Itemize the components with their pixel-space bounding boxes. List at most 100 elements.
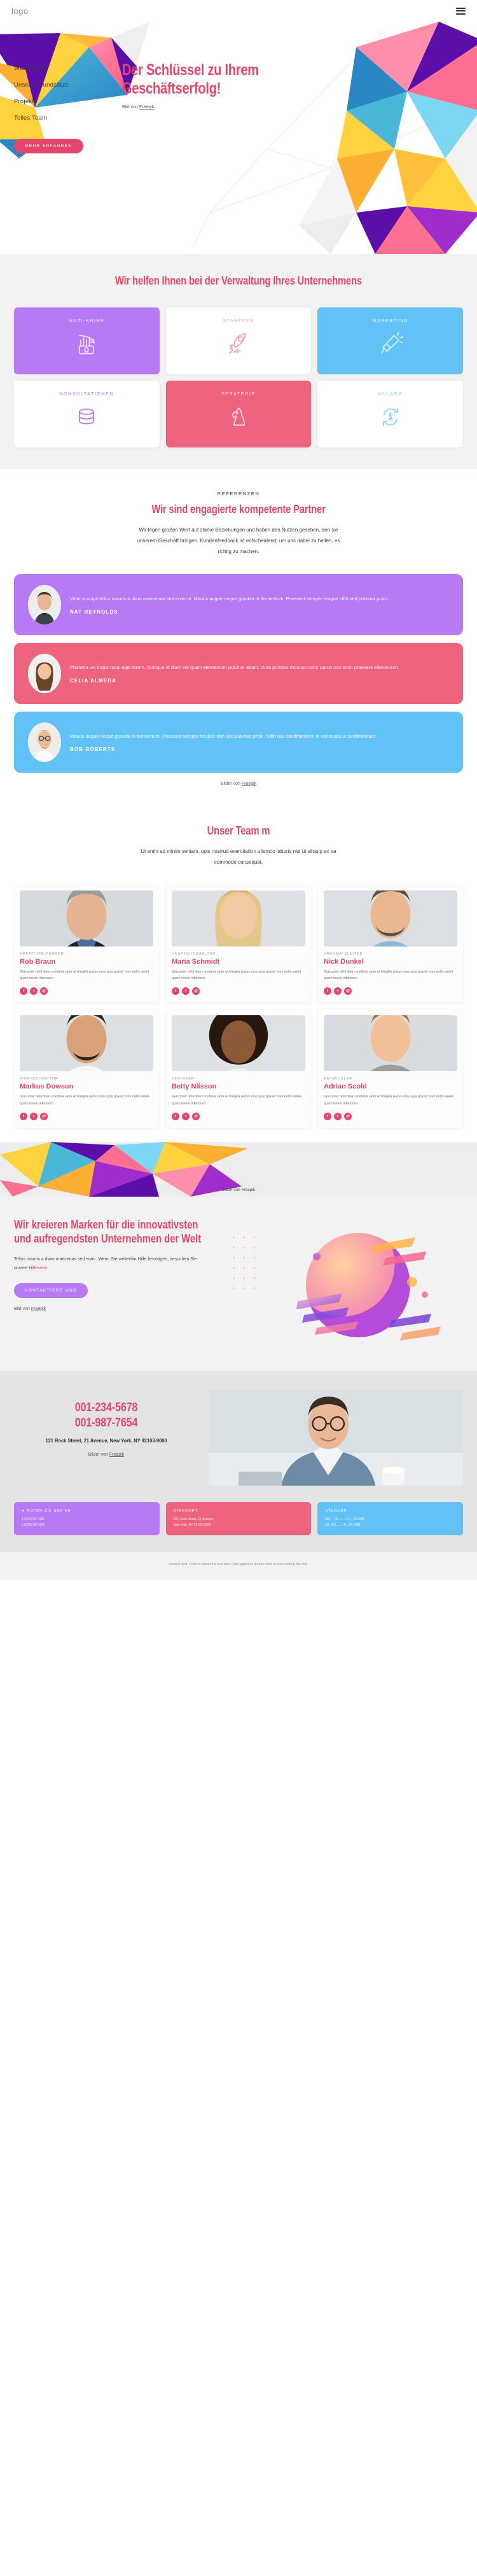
testimonial-card: Mauris augue neque gravida in fermentum.… [14,711,463,773]
service-card-startups[interactable]: STARTUPS [165,307,312,374]
male-avatar-1-icon [28,584,61,624]
team-member-card[interactable]: KREATIVER FÜHRER Rob Braun Giacumet nihi… [14,884,159,1003]
testimonial-quote: Pharetra vel turpis nunc eget lorem. Qui… [70,664,399,670]
twitter-icon[interactable]: t [30,987,38,996]
testimonials-title: Wir sind engagierte kompetente Partner [151,502,326,516]
team-member-card[interactable]: DESIGNER Betty Nilsson Giacumet nihil li… [166,1010,311,1128]
hero-title: Der Schlüssel zu Ihrem Geschäftserfolg! [122,61,259,97]
instagram-icon[interactable]: @ [192,987,200,996]
instagram-icon[interactable]: @ [40,987,48,996]
brand-image-credit: Bild von Freepik [14,1307,205,1311]
nav-item-projekte[interactable]: Projekte [14,98,103,105]
services-grid: ANTI-KRISE STARTUPS MARKETING KONSULTATI… [0,307,477,447]
team-member-name: Maria Schmidt [172,957,220,966]
info-box-call-us[interactable]: ★ RUFEN SIE UNS AN 1 (234) 567-891 1 (23… [14,1502,160,1536]
service-card-anti-krise[interactable]: ANTI-KRISE [14,307,160,374]
phone-primary[interactable]: 001-234-5678 [28,1400,185,1416]
testimonial-quote: Mauris augue neque gravida in fermentum.… [70,733,377,739]
facebook-icon[interactable]: f [324,987,331,996]
brand-title: Wir kreieren Marken für die innovativste… [14,1218,202,1245]
facebook-icon[interactable]: f [20,1112,27,1120]
team-member-card[interactable]: ENTWICKLER Adrian Scold Giacumet nihil l… [318,1010,463,1128]
hamburger-menu-icon[interactable] [456,7,466,15]
testimonials-credit: Bilder von Freepik [0,782,477,786]
instagram-icon[interactable]: @ [192,1112,200,1120]
twitter-icon[interactable]: t [182,987,190,996]
avatar [28,584,61,624]
twitter-icon[interactable]: t [182,1112,190,1120]
social-links: f t @ [172,1112,305,1120]
hero-cta-button[interactable]: MEHR ERFAHREN [14,139,83,153]
team-member-name: Nick Dunkel [324,957,364,966]
team-strip-credit: Bilder von Freepik [221,1187,256,1192]
social-links: f t @ [324,987,457,996]
info-box-line: 1 (234) 567-891 [22,1517,45,1521]
info-box-line: 1 (234) 987-654 [22,1523,45,1527]
testimonials-intro: Wir legen großen Wert auf starke Beziehu… [137,527,340,554]
social-links: f t @ [324,1112,457,1120]
credit-link[interactable]: Freepik [31,1307,46,1311]
team-member-name: Betty Nilsson [172,1083,217,1091]
info-box-line: 121 Rock Street, 21 Avenue, [173,1517,214,1521]
woman-curly-photo [172,1015,305,1072]
info-box-title: STUNDEN [325,1509,347,1513]
credit-link[interactable]: Freepik [109,1453,124,1457]
service-card-strategie[interactable]: STRATEGIE [165,380,312,447]
nav-item-was-wir-tun[interactable]: Was wir tun [14,65,103,72]
service-label: STARTUPS [223,317,254,323]
phone-secondary[interactable]: 001-987-7654 [28,1416,185,1431]
service-card-marketing[interactable]: MARKETING [317,307,463,374]
info-box-hours[interactable]: STUNDEN MO – FR ....... 11 – 23 UHR SA, … [317,1502,463,1536]
instagram-icon[interactable]: @ [344,1112,352,1120]
team-member-bio: Giacumet nihil libero mobisle ante ut fr… [172,969,301,981]
megaphone-icon [377,330,404,358]
facebook-icon[interactable]: f [172,1112,179,1120]
testimonials-section: REFERENZEN Wir sind engagierte kompetent… [0,468,477,803]
facebook-icon[interactable]: f [20,987,27,996]
brand-abstract-graphic [215,1218,463,1352]
brand-cta-button[interactable]: KONTAKTIERE UNS [14,1283,88,1298]
team-member-card[interactable]: HAUPTBUCHHALTER Maria Schmidt Giacumet n… [166,884,311,1003]
twitter-icon[interactable]: t [30,1112,38,1120]
logo[interactable]: logo [11,6,29,16]
credit-link[interactable]: Freepik [139,105,154,109]
facebook-icon[interactable]: f [324,1112,331,1120]
service-card-anlage[interactable]: ANLAGE [317,380,463,447]
service-card-konsultationen[interactable]: KONSULTATIONEN [14,380,160,447]
instagram-icon[interactable]: @ [40,1112,48,1120]
team-member-role: DESIGNER [172,1077,195,1081]
nav-item-unsere-grundsaetze[interactable]: Unsere Grundsätze [14,81,103,88]
man-glasses-desk-photo [209,1390,463,1486]
hero-image-credit: Bild von Freepik [122,105,313,109]
team-member-card[interactable]: VERKAUFSLEITER Nick Dunkel Giacumet nihi… [318,884,463,1003]
testimonial-quote: Vitae suscipit tellus mauris a diam maec… [70,595,389,602]
facebook-icon[interactable]: f [172,987,179,996]
team-member-card[interactable]: FINANZDIREKTOR Markus Dowson Giacumet ni… [14,1010,159,1128]
info-box-title: ★ RUFEN SIE UNS AN [22,1509,71,1513]
service-label: STRATEGIE [221,390,256,397]
testimonial-name: CELIA ALMEDA [70,678,117,684]
info-box-line: MO – FR ....... 11 – 23 UHR [325,1517,364,1521]
twitter-icon[interactable]: t [334,987,342,996]
money-chart-icon [73,330,100,358]
team-member-bio: Giacumet nihil libero mobisle ante ut fr… [172,1095,301,1106]
info-box-location[interactable]: STANDORT 121 Rock Street, 21 Avenue, New… [165,1502,312,1536]
brand-paragraph: Tellus mauris a diam maecenas sed enim. … [14,1255,205,1273]
credit-link[interactable]: Freepik [242,782,256,786]
brand-help-link[interactable]: Hilfeseite [29,1266,47,1270]
hero-nav: Was wir tun Unsere Grundsätze Projekte T… [14,61,103,153]
team-title: Unser Team m [207,824,270,837]
coins-icon [73,403,100,431]
credit-prefix: Bild von [122,105,139,109]
credit-prefix: Bilder von [220,781,242,786]
twitter-icon[interactable]: t [334,1112,342,1120]
nav-item-tolles-team[interactable]: Tolles Team [14,115,103,122]
man-hoodie-photo [324,1015,457,1072]
testimonials-list: Vitae suscipit tellus mauris a diam maec… [0,574,477,773]
avatar [28,653,61,693]
instagram-icon[interactable]: @ [344,987,352,996]
social-links: f t @ [20,987,153,996]
brand-paragraph-end: . [47,1265,49,1270]
team-member-role: VERKAUFSLEITER [324,952,363,956]
testimonial-card: Pharetra vel turpis nunc eget lorem. Qui… [14,642,463,704]
